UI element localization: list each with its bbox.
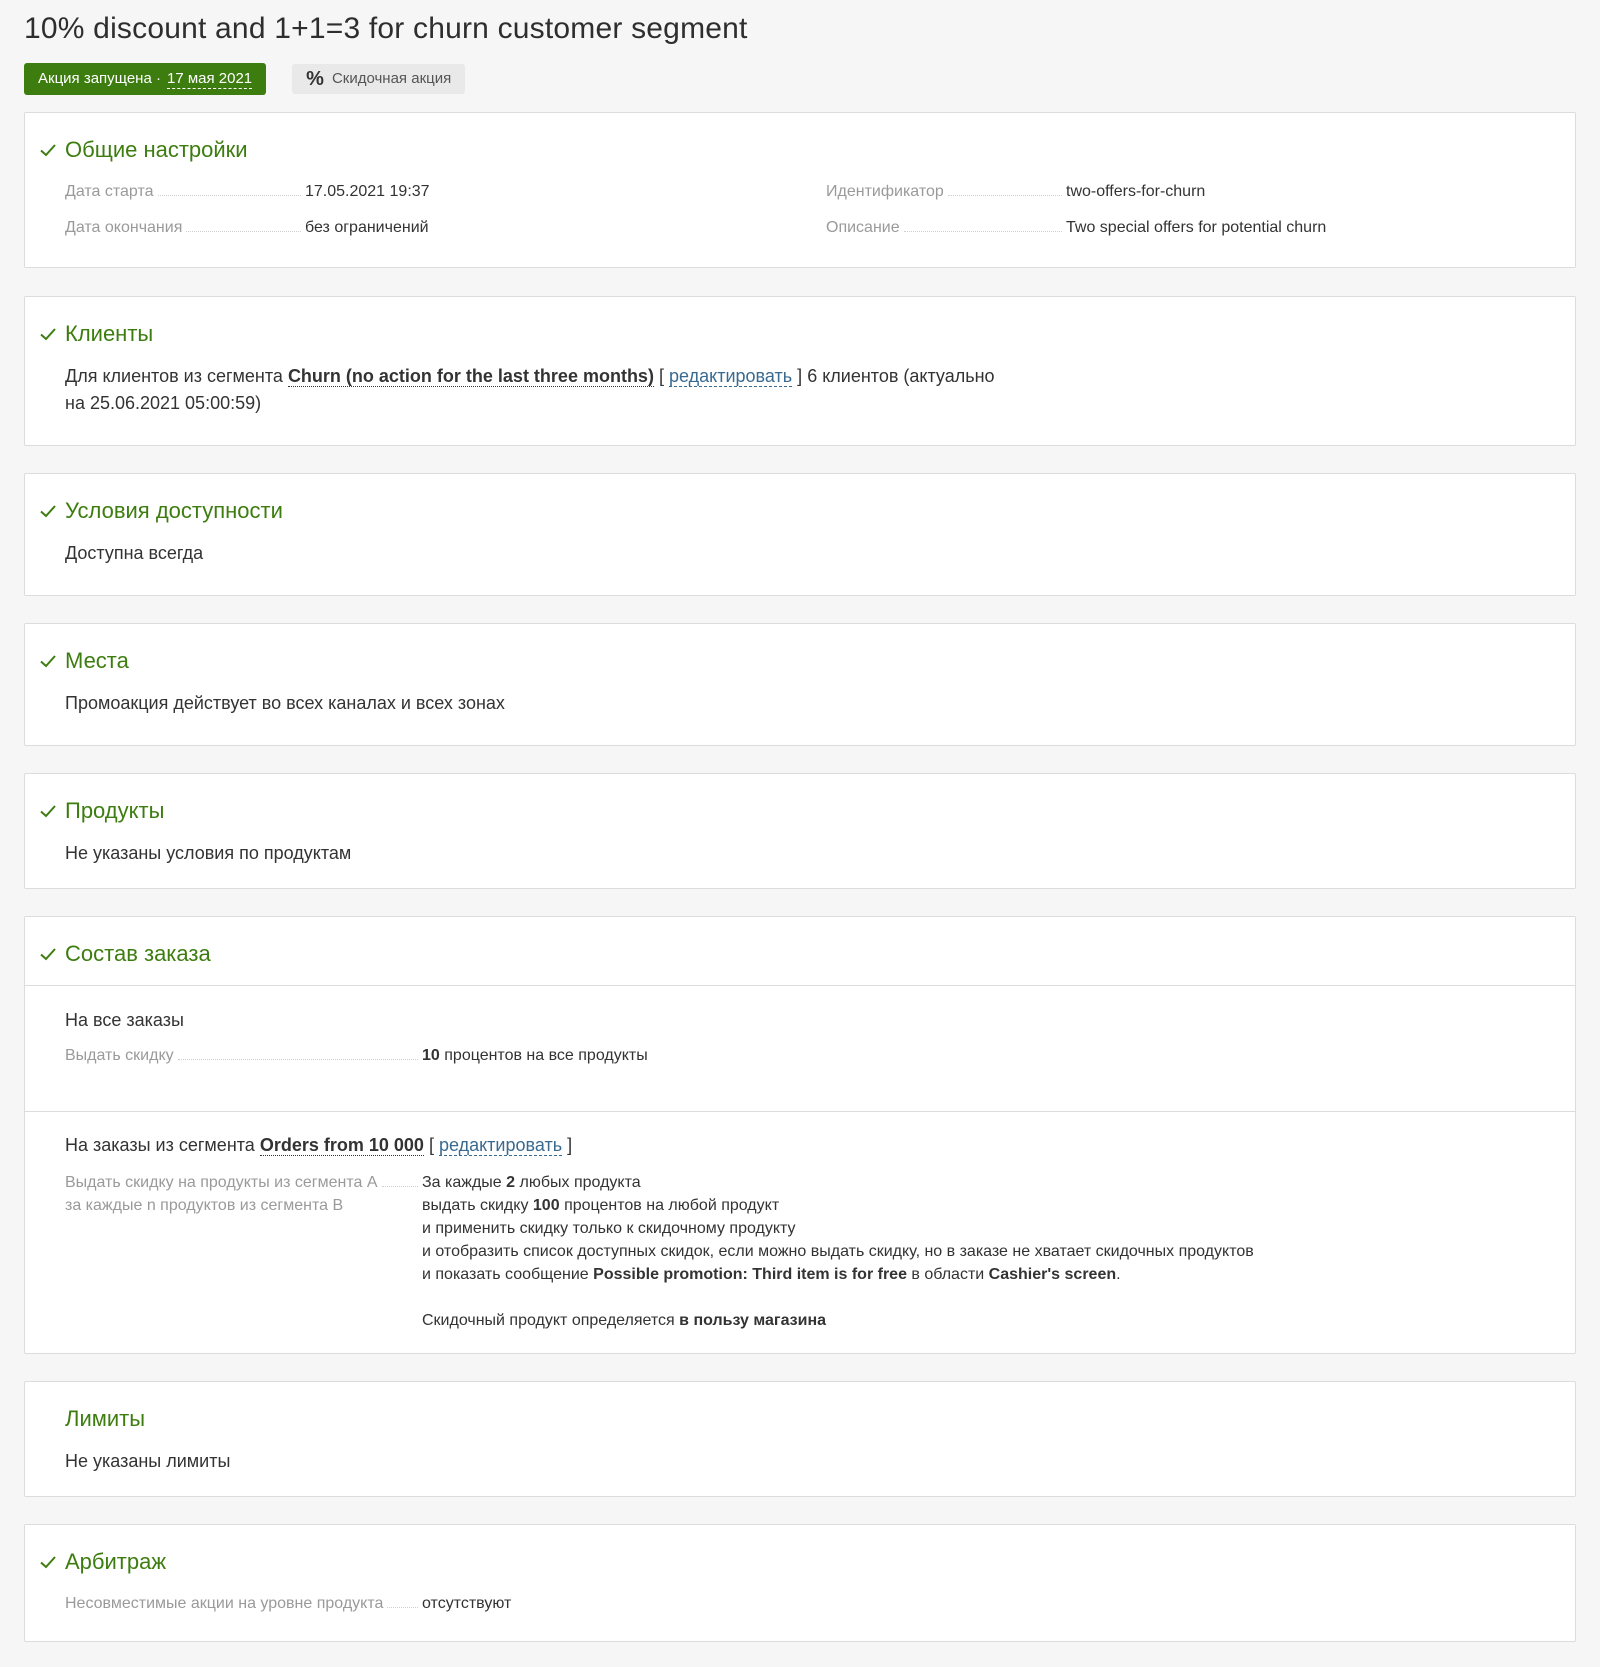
identifier-label: Идентификатор [826, 183, 944, 200]
check-icon [40, 805, 56, 818]
discount-value-number: 10 [422, 1047, 440, 1064]
incompatible-promotions-value: отсутствуют [422, 1595, 512, 1612]
places-card: Места Промоакция действует во всех канал… [24, 623, 1576, 746]
rule-label-line-2: за каждые n продуктов из сегмента B [65, 1197, 344, 1214]
clients-count: 6 клиентов (актуально [807, 366, 995, 386]
bracket-open: [ [658, 366, 664, 386]
bracket-close: ] [797, 366, 803, 386]
check-icon [40, 1556, 56, 1569]
badges-row: Акция запущена · 17 мая 2021 % Скидочная… [24, 62, 1576, 96]
check-icon [40, 505, 56, 518]
discount-value-text: процентов на все продукты [444, 1047, 648, 1064]
end-date-field: Дата окончания без ограничений [65, 219, 785, 237]
clients-prefix: Для клиентов из сегмента [65, 366, 283, 386]
description-value: Two special offers for potential churn [1066, 219, 1327, 236]
clients-title: Клиенты [65, 321, 154, 346]
divider [25, 1111, 1575, 1112]
general-settings-title: Общие настройки [65, 137, 248, 162]
products-card: Продукты Не указаны условия по продуктам [24, 773, 1576, 889]
edit-client-segment-link[interactable]: редактировать [669, 366, 793, 387]
places-title: Места [65, 648, 129, 673]
order-segment-line: На заказы из сегмента Orders from 10 000… [65, 1132, 572, 1159]
incompatible-promotions-field: Несовместимые акции на уровне продукта о… [65, 1595, 1065, 1613]
check-icon [40, 144, 56, 157]
bracket-open: [ [428, 1135, 434, 1155]
availability-card: Условия доступности Доступна всегда [24, 473, 1576, 596]
incompatible-promotions-label: Несовместимые акции на уровне продукта [65, 1595, 384, 1612]
order-header[interactable]: Состав заказа [39, 939, 211, 969]
check-icon [40, 328, 56, 341]
general-settings-card: Общие настройки Дата старта 17.05.2021 1… [24, 112, 1576, 268]
discount-field: Выдать скидку 10 процентов на все продук… [65, 1047, 1065, 1065]
rule-line-4: и отобразить список доступных скидок, ес… [422, 1243, 1254, 1260]
edit-order-segment-link[interactable]: редактировать [438, 1135, 563, 1156]
order-segment-link[interactable]: Orders from 10 000 [259, 1135, 424, 1156]
order-title: Состав заказа [65, 941, 211, 966]
type-badge: % Скидочная акция [292, 64, 466, 94]
identifier-field: Идентификатор two-offers-for-churn [826, 183, 1546, 201]
type-label: Скидочная акция [331, 70, 452, 87]
end-date-label: Дата окончания [65, 219, 183, 236]
start-date-field: Дата старта 17.05.2021 19:37 [65, 183, 785, 201]
arbitrage-card: Арбитраж Несовместимые акции на уровне п… [24, 1524, 1576, 1642]
start-date-label: Дата старта [65, 183, 154, 200]
rule-details: За каждые 2 любых продукта выдать скидку… [422, 1171, 1542, 1332]
limits-card: Лимиты Не указаны лимиты [24, 1381, 1576, 1497]
availability-text: Доступна всегда [65, 543, 204, 563]
limits-text: Не указаны лимиты [65, 1451, 231, 1471]
client-segment-link[interactable]: Churn (no action for the last three mont… [287, 366, 654, 387]
order-card: Состав заказа На все заказы Выдать скидк… [24, 916, 1576, 1354]
limits-title: Лимиты [65, 1406, 146, 1431]
status-badge: Акция запущена · 17 мая 2021 [24, 63, 267, 95]
products-title: Продукты [65, 798, 165, 823]
rule-label-line-1: Выдать скидку на продукты из сегмента A [65, 1174, 378, 1191]
description-field: Описание Two special offers for potentia… [826, 219, 1546, 237]
check-icon [40, 948, 56, 961]
clients-count-date: на 25.06.2021 05:00:59) [65, 393, 262, 413]
page-title: 10% discount and 1+1=3 for churn custome… [24, 12, 748, 45]
check-icon [40, 655, 56, 668]
products-header[interactable]: Продукты [39, 796, 164, 826]
limits-header[interactable]: Лимиты [39, 1404, 145, 1434]
clients-description: Для клиентов из сегмента Churn (no actio… [65, 363, 995, 417]
start-date-value: 17.05.2021 19:37 [305, 183, 430, 200]
rule-line-3: и применить скидку только к скидочному п… [422, 1220, 796, 1237]
rule-line-6: Скидочный продукт определяется в пользу … [422, 1312, 827, 1329]
arbitrage-title: Арбитраж [65, 1549, 167, 1574]
order-segment-prefix: На заказы из сегмента [65, 1135, 255, 1155]
all-orders-heading: На все заказы [65, 1010, 184, 1030]
rule-label: Выдать скидку на продукты из сегмента A … [65, 1171, 422, 1217]
rule-line-2: выдать скидку 100 процентов на любой про… [422, 1197, 780, 1214]
clients-card: Клиенты Для клиентов из сегмента Churn (… [24, 296, 1576, 446]
identifier-value: two-offers-for-churn [1066, 183, 1206, 200]
arbitrage-header[interactable]: Арбитраж [39, 1547, 166, 1577]
end-date-value: без ограничений [305, 219, 429, 236]
divider [25, 985, 1575, 986]
status-date-link[interactable]: 17 мая 2021 [166, 70, 253, 89]
availability-title: Условия доступности [65, 498, 283, 523]
description-label: Описание [826, 219, 900, 236]
promotion-page: 10% discount and 1+1=3 for churn custome… [24, 0, 1576, 1642]
availability-header[interactable]: Условия доступности [39, 496, 283, 526]
status-label: Акция запущена · [38, 70, 161, 87]
bracket-close: ] [567, 1135, 573, 1155]
discount-label: Выдать скидку [65, 1047, 174, 1064]
rule-line-1: За каждые 2 любых продукта [422, 1174, 641, 1191]
percent-icon: % [306, 68, 324, 90]
rule-line-5: и показать сообщение Possible promotion:… [422, 1266, 1121, 1283]
places-header[interactable]: Места [39, 646, 129, 676]
clients-header[interactable]: Клиенты [39, 319, 153, 349]
general-settings-header[interactable]: Общие настройки [39, 135, 248, 165]
places-text: Промоакция действует во всех каналах и в… [65, 693, 505, 713]
products-text: Не указаны условия по продуктам [65, 843, 352, 863]
